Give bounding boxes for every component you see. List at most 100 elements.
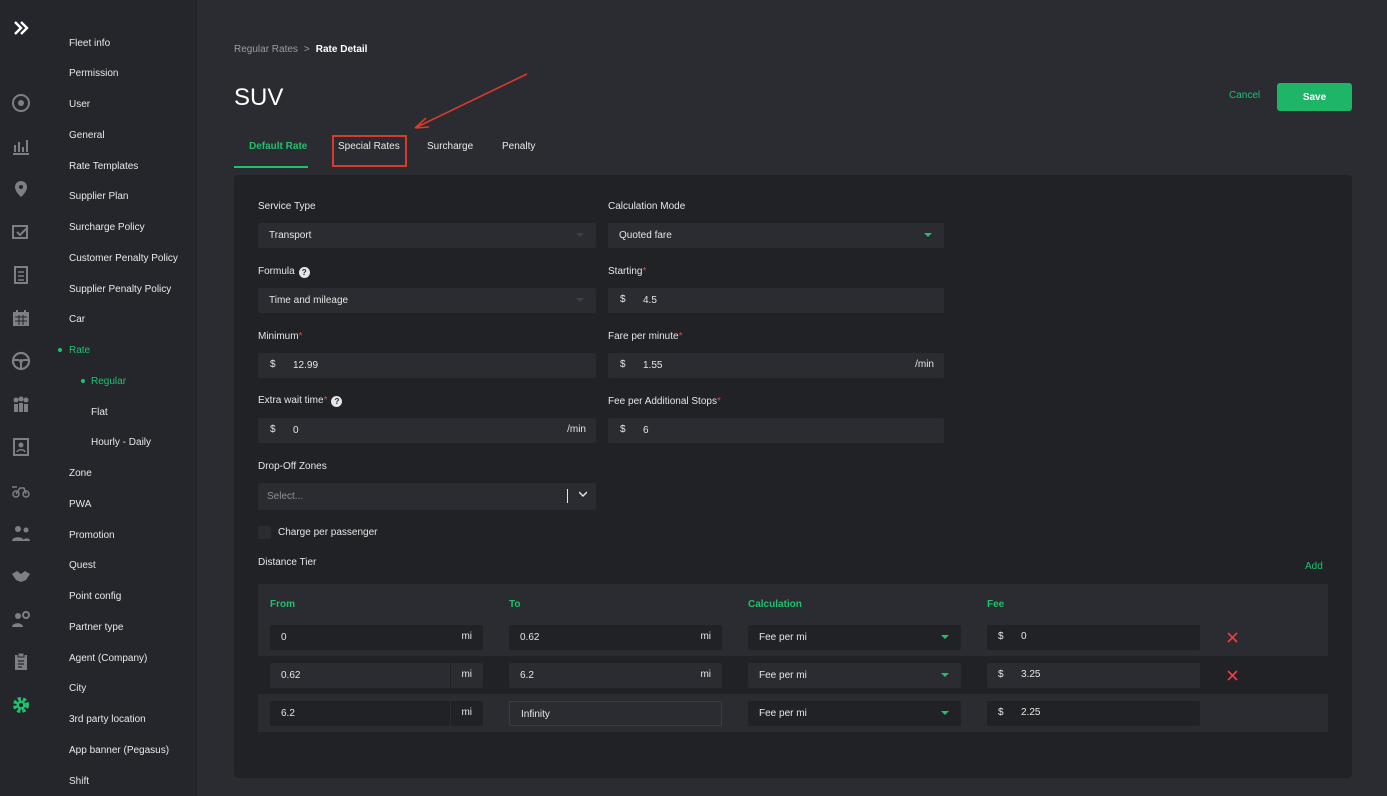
calendar-icon[interactable] <box>10 307 32 329</box>
from-input[interactable]: 0 mi <box>270 625 483 650</box>
menu-item-customer-penalty-policy[interactable]: Customer Penalty Policy <box>69 253 178 264</box>
fee-input[interactable]: $ 3.25 <box>987 663 1200 688</box>
double-chevron-right-icon[interactable] <box>10 17 32 39</box>
fee-additional-stops-input[interactable]: $ 6 <box>608 418 944 443</box>
calculation-mode-select[interactable]: Quoted fare <box>608 223 944 248</box>
report-icon[interactable] <box>10 264 32 286</box>
fare-per-minute-input[interactable]: $ 1.55 /min <box>608 353 944 378</box>
delete-row-icon[interactable] <box>1227 632 1238 643</box>
table-row: 6.2 mi Infinity Fee per mi $ 2.25 <box>258 694 1328 732</box>
active-indicator-dot <box>58 348 62 352</box>
menu-item-agent-company[interactable]: Agent (Company) <box>69 653 147 664</box>
delivery-icon[interactable] <box>10 479 32 501</box>
calculation-mode-value: Quoted fare <box>619 230 672 241</box>
service-type-label: Service Type <box>258 201 316 212</box>
menu-item-pwa[interactable]: PWA <box>69 499 91 510</box>
analytics-icon[interactable] <box>10 135 32 157</box>
dashboard-icon[interactable] <box>10 92 32 114</box>
menu-item-supplier-plan[interactable]: Supplier Plan <box>69 191 128 202</box>
calculation-select[interactable]: Fee per mi <box>748 625 961 650</box>
starting-label-text: Starting <box>608 266 643 277</box>
calculation-select[interactable]: Fee per mi <box>748 701 961 726</box>
tab-surcharge[interactable]: Surcharge <box>427 141 473 152</box>
charge-per-passenger-checkbox[interactable] <box>258 526 271 539</box>
tab-default-rate[interactable]: Default Rate <box>249 141 307 152</box>
menu-item-3rd-party-location[interactable]: 3rd party location <box>69 714 146 725</box>
menu-item-general[interactable]: General <box>69 130 105 141</box>
user-settings-icon[interactable] <box>10 608 32 630</box>
menu-item-supplier-penalty-policy[interactable]: Supplier Penalty Policy <box>69 284 171 295</box>
currency-symbol: $ <box>998 669 1004 680</box>
minimum-label: Minimum* <box>258 331 302 342</box>
steering-wheel-icon[interactable] <box>10 350 32 372</box>
chevron-down-icon <box>576 233 584 237</box>
settings-icon[interactable] <box>10 694 32 716</box>
to-input[interactable]: 0.62 mi <box>509 625 722 650</box>
help-icon[interactable]: ? <box>298 267 310 278</box>
fare-per-minute-value: 1.55 <box>643 360 663 371</box>
distance-tier-label: Distance Tier <box>258 557 317 568</box>
to-value: Infinity <box>521 709 550 720</box>
menu-item-rate-templates[interactable]: Rate Templates <box>69 161 138 172</box>
fee-input[interactable]: $ 2.25 <box>987 701 1200 726</box>
menu-item-zone[interactable]: Zone <box>69 468 92 479</box>
add-tier-button[interactable]: Add <box>1305 561 1323 572</box>
unit-divider <box>450 701 451 726</box>
required-mark: * <box>716 396 721 407</box>
save-button[interactable]: Save <box>1277 83 1352 111</box>
minimum-input[interactable]: $ 12.99 <box>258 353 596 378</box>
delete-row-icon[interactable] <box>1227 670 1238 681</box>
column-to: To <box>509 599 521 610</box>
menu-item-flat[interactable]: Flat <box>91 407 108 418</box>
menu-item-rate[interactable]: Rate <box>69 345 90 356</box>
charge-per-passenger-label: Charge per passenger <box>278 527 378 538</box>
formula-select[interactable]: Time and mileage <box>258 288 596 313</box>
menu-item-shift[interactable]: Shift <box>69 776 89 787</box>
settings-menu: Fleet info Permission User General Rate … <box>42 0 197 796</box>
id-card-icon[interactable] <box>10 436 32 458</box>
menu-item-quest[interactable]: Quest <box>69 560 96 571</box>
currency-symbol: $ <box>620 424 626 435</box>
formula-label-text: Formula <box>258 266 295 277</box>
menu-item-user[interactable]: User <box>69 99 90 110</box>
menu-item-promotion[interactable]: Promotion <box>69 530 115 541</box>
starting-input[interactable]: $ 4.5 <box>608 288 944 313</box>
fee-input[interactable]: $ 0 <box>987 625 1200 650</box>
extra-wait-time-input[interactable]: $ 0 /min <box>258 418 596 443</box>
from-input[interactable]: 0.62 mi <box>270 663 483 688</box>
map-pin-icon[interactable] <box>10 178 32 200</box>
group-icon[interactable] <box>10 393 32 415</box>
clipboard-icon[interactable] <box>10 651 32 673</box>
checklist-icon[interactable] <box>10 221 32 243</box>
extra-wait-time-label: Extra wait time*? <box>258 395 343 407</box>
chevron-down-icon <box>924 233 932 237</box>
menu-item-hourly-daily[interactable]: Hourly - Daily <box>91 437 151 448</box>
fee-additional-stops-label: Fee per Additional Stops* <box>608 396 721 407</box>
menu-item-app-banner[interactable]: App banner (Pegasus) <box>69 745 169 756</box>
cancel-button[interactable]: Cancel <box>1229 90 1260 101</box>
tab-penalty[interactable]: Penalty <box>502 141 535 152</box>
menu-item-regular[interactable]: Regular <box>91 376 126 387</box>
handshake-icon[interactable] <box>10 565 32 587</box>
help-icon[interactable]: ? <box>331 396 343 407</box>
service-type-select[interactable]: Transport <box>258 223 596 248</box>
menu-item-permission[interactable]: Permission <box>69 68 118 79</box>
menu-item-car[interactable]: Car <box>69 314 85 325</box>
breadcrumb: Regular Rates > Rate Detail <box>234 44 367 55</box>
menu-item-point-config[interactable]: Point config <box>69 591 121 602</box>
table-row: 0 mi 0.62 mi Fee per mi $ 0 <box>258 618 1328 656</box>
menu-item-city[interactable]: City <box>69 683 86 694</box>
dropoff-zones-label: Drop-Off Zones <box>258 461 327 472</box>
dropoff-zones-select[interactable]: Select... <box>258 483 596 510</box>
menu-item-fleet-info[interactable]: Fleet info <box>69 38 110 49</box>
from-input[interactable]: 6.2 mi <box>270 701 483 726</box>
currency-symbol: $ <box>270 359 276 370</box>
to-input[interactable]: 6.2 mi <box>509 663 722 688</box>
breadcrumb-parent[interactable]: Regular Rates <box>234 44 298 55</box>
menu-item-partner-type[interactable]: Partner type <box>69 622 123 633</box>
team-icon[interactable] <box>10 522 32 544</box>
calculation-select[interactable]: Fee per mi <box>748 663 961 688</box>
menu-item-surcharge-policy[interactable]: Surcharge Policy <box>69 222 145 233</box>
chevron-down-icon <box>941 635 949 639</box>
chevron-down-icon <box>579 491 587 497</box>
